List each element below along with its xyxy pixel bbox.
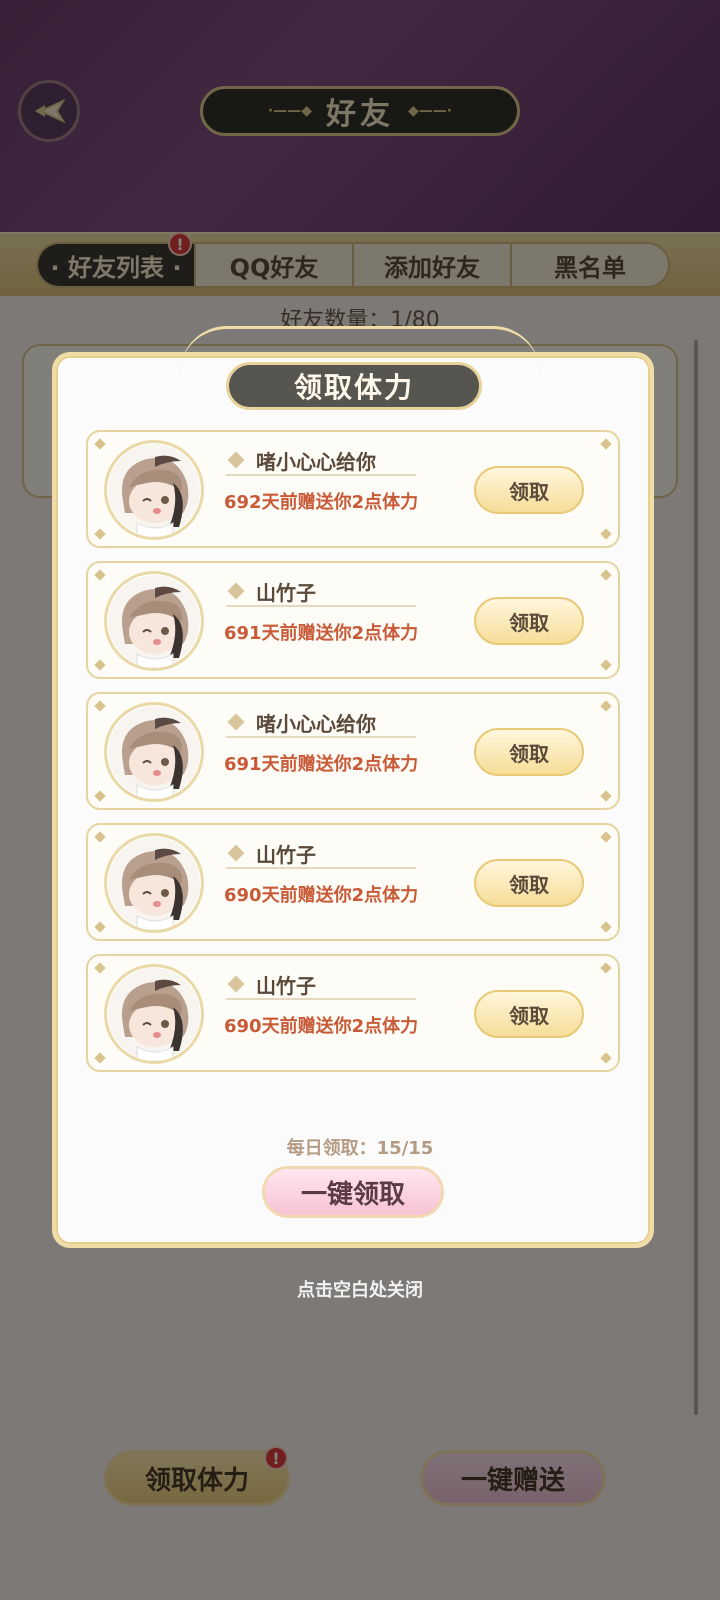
claim-button-label: 领取 bbox=[509, 610, 549, 635]
gift-row: 山竹子 690天前赠送你2点体力 领取 bbox=[86, 954, 620, 1072]
close-hint: 点击空白处关闭 bbox=[297, 1280, 423, 1301]
diamond-icon bbox=[227, 975, 245, 993]
name-line: 啫小心心给你 bbox=[226, 446, 416, 476]
avatar bbox=[104, 571, 204, 671]
corner-ornament bbox=[600, 528, 612, 540]
diamond-icon bbox=[227, 844, 245, 862]
claim-button[interactable]: 领取 bbox=[474, 466, 584, 514]
name-line: 山竹子 bbox=[226, 577, 416, 607]
avatar-icon bbox=[108, 968, 200, 1061]
avatar bbox=[104, 702, 204, 802]
name-line: 山竹子 bbox=[226, 970, 416, 1000]
claim-button-label: 领取 bbox=[509, 872, 549, 897]
gift-description: 691天前赠送你2点体力 bbox=[224, 754, 419, 775]
corner-ornament bbox=[94, 962, 106, 974]
claim-button[interactable]: 领取 bbox=[474, 859, 584, 907]
claim-button-label: 领取 bbox=[509, 1003, 549, 1028]
one-click-claim-label: 一键领取 bbox=[300, 1179, 405, 1210]
friends-screen: ·——◆ 好友 ◆——· · 好友列表 · QQ好友 添加好友 黑名单 ! 好友… bbox=[0, 0, 720, 1600]
friend-name: 山竹子 bbox=[256, 580, 316, 605]
corner-ornament bbox=[94, 569, 106, 581]
corner-ornament bbox=[600, 700, 612, 712]
one-click-claim-button[interactable]: 一键领取 bbox=[262, 1166, 444, 1218]
corner-ornament bbox=[600, 438, 612, 450]
claim-button[interactable]: 领取 bbox=[474, 597, 584, 645]
gift-description: 692天前赠送你2点体力 bbox=[224, 492, 419, 513]
diamond-icon bbox=[227, 451, 245, 469]
name-line: 山竹子 bbox=[226, 839, 416, 869]
claim-button[interactable]: 领取 bbox=[474, 728, 584, 776]
corner-ornament bbox=[600, 790, 612, 802]
avatar bbox=[104, 440, 204, 540]
gift-description: 691天前赠送你2点体力 bbox=[224, 623, 419, 644]
gift-row: 山竹子 691天前赠送你2点体力 领取 bbox=[86, 561, 620, 679]
avatar-icon bbox=[108, 575, 200, 668]
corner-ornament bbox=[600, 1052, 612, 1064]
corner-ornament bbox=[600, 831, 612, 843]
gift-row: 山竹子 690天前赠送你2点体力 领取 bbox=[86, 823, 620, 941]
corner-ornament bbox=[600, 962, 612, 974]
corner-ornament bbox=[94, 790, 106, 802]
corner-ornament bbox=[94, 438, 106, 450]
avatar bbox=[104, 964, 204, 1064]
diamond-icon bbox=[227, 713, 245, 731]
claim-button-label: 领取 bbox=[509, 479, 549, 504]
gift-description: 690天前赠送你2点体力 bbox=[224, 1016, 419, 1037]
friend-name: 山竹子 bbox=[256, 842, 316, 867]
gift-row: 啫小心心给你 691天前赠送你2点体力 领取 bbox=[86, 692, 620, 810]
corner-ornament bbox=[94, 831, 106, 843]
friend-name: 啫小心心给你 bbox=[256, 449, 376, 474]
corner-ornament bbox=[94, 528, 106, 540]
diamond-icon bbox=[227, 582, 245, 600]
claim-button-label: 领取 bbox=[509, 741, 549, 766]
friend-name: 啫小心心给你 bbox=[256, 711, 376, 736]
friend-name: 山竹子 bbox=[256, 973, 316, 998]
claim-button[interactable]: 领取 bbox=[474, 990, 584, 1038]
gift-row: 啫小心心给你 692天前赠送你2点体力 领取 bbox=[86, 430, 620, 548]
daily-claim-count: 每日领取：15/15 bbox=[286, 1138, 434, 1159]
avatar-icon bbox=[108, 837, 200, 930]
corner-ornament bbox=[94, 921, 106, 933]
corner-ornament bbox=[94, 1052, 106, 1064]
dialog-title: 领取体力 bbox=[226, 362, 482, 410]
avatar bbox=[104, 833, 204, 933]
list-scrollbar[interactable] bbox=[694, 340, 698, 1415]
avatar-icon bbox=[108, 706, 200, 799]
name-line: 啫小心心给你 bbox=[226, 708, 416, 738]
gift-description: 690天前赠送你2点体力 bbox=[224, 885, 419, 906]
corner-ornament bbox=[94, 700, 106, 712]
corner-ornament bbox=[600, 659, 612, 671]
corner-ornament bbox=[94, 659, 106, 671]
corner-ornament bbox=[600, 921, 612, 933]
corner-ornament bbox=[600, 569, 612, 581]
avatar-icon bbox=[108, 444, 200, 537]
